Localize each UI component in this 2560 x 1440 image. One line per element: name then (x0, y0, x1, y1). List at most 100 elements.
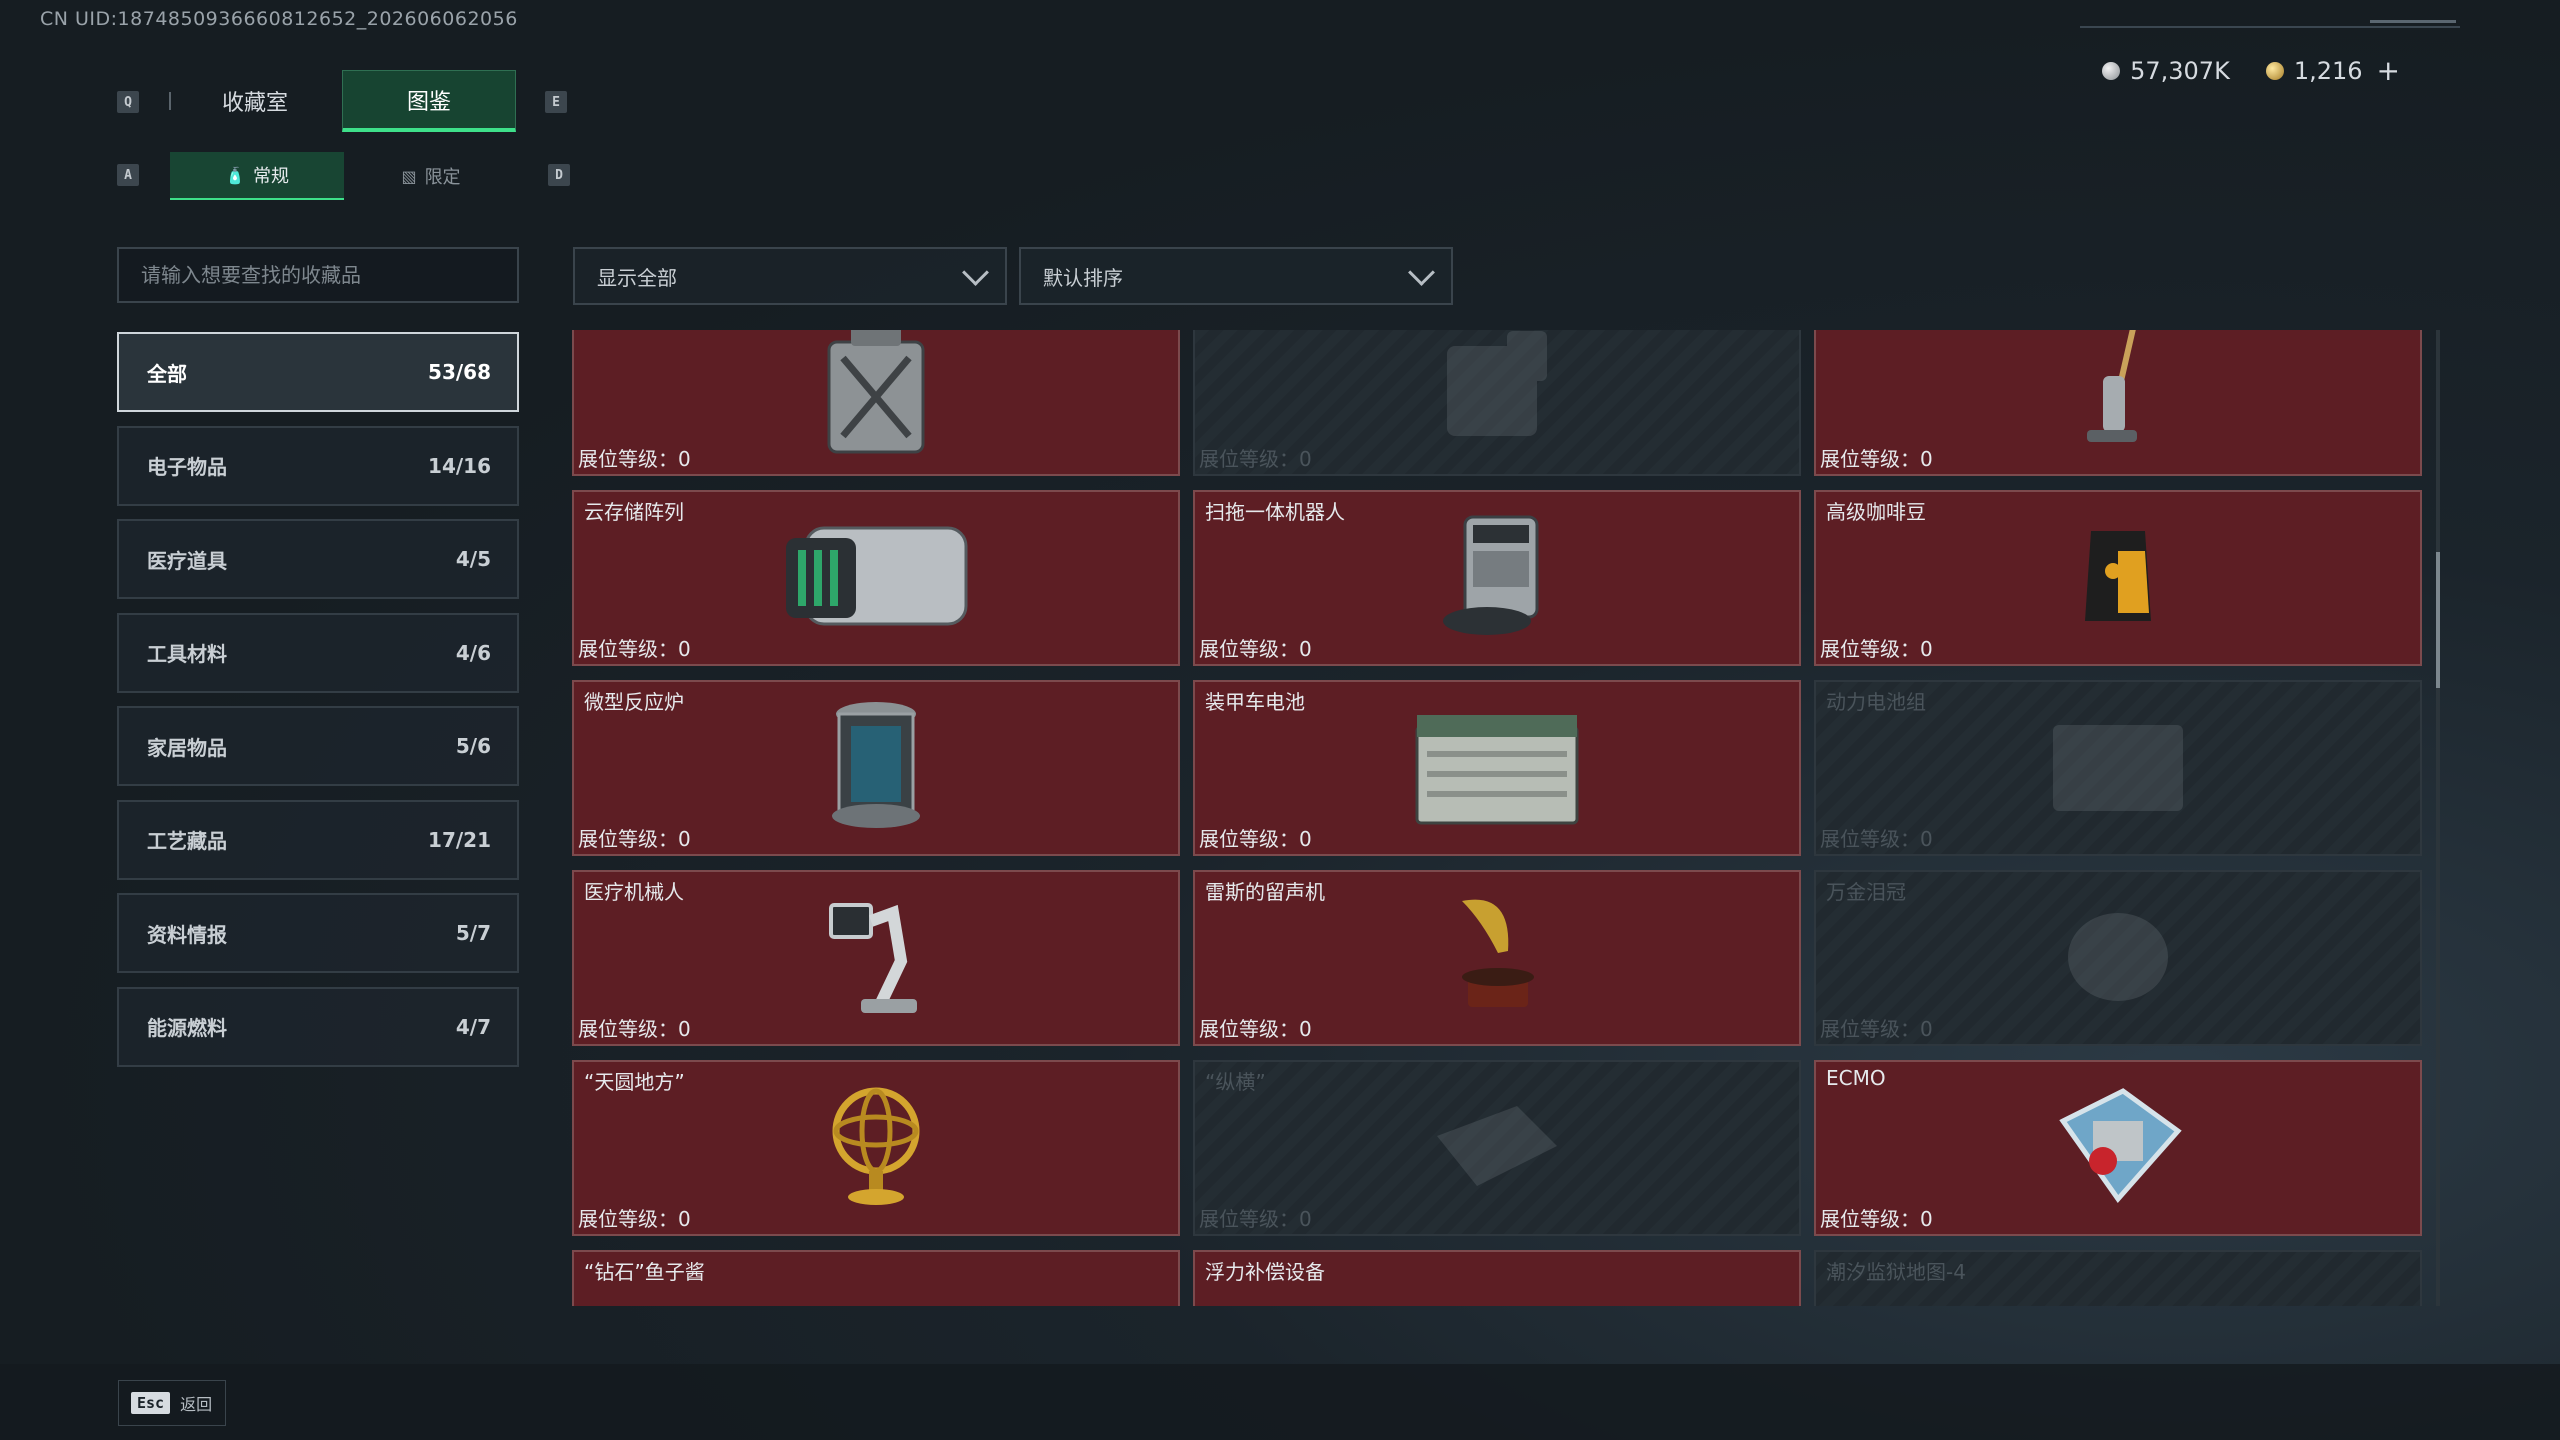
tab-collection-room[interactable]: 收藏室 (168, 70, 342, 132)
item-level: 展位等级：0 (1199, 827, 1312, 851)
category-count: 14/16 (428, 453, 491, 478)
machine-icon (1427, 330, 1567, 450)
gold-amount: 1,216 (2293, 56, 2363, 85)
category-name: 电子物品 (147, 455, 227, 479)
item-level: 展位等级：0 (1199, 1017, 1312, 1041)
item-level: 展位等级：0 (578, 1017, 691, 1041)
item-level: 展位等级：0 (1820, 827, 1933, 851)
item-card-armillary[interactable]: “天圆地方” 展位等级：0 (572, 1060, 1180, 1236)
item-name: 医疗机械人 (584, 880, 684, 904)
crown-icon (2058, 901, 2178, 1015)
armillary-icon (821, 1081, 931, 1215)
category-electronics[interactable]: 电子物品 14/16 (117, 425, 519, 506)
item-card-power-battery-pack[interactable]: 动力电池组 展位等级：0 (1814, 680, 2422, 856)
silver-coin-icon (2102, 61, 2121, 80)
category-household[interactable]: 家居物品 5/6 (117, 706, 519, 786)
key-hint-d: D (548, 164, 570, 186)
category-medical[interactable]: 医疗道具 4/5 (117, 519, 519, 599)
sort-dropdown-value: 默认排序 (1043, 265, 1123, 290)
gold-currency: 1,216 + (2265, 54, 2400, 87)
item-card-locked-machine[interactable]: 展位等级：0 (1193, 330, 1801, 476)
coffee-bag-icon (2073, 521, 2163, 635)
item-name: “钻石”鱼子酱 (584, 1260, 705, 1284)
search-input[interactable] (139, 262, 517, 288)
sub-tabs: 🧴 常规 ▧ 限定 (170, 152, 518, 200)
top-decoration-line (2080, 26, 2460, 28)
subtab-limited[interactable]: ▧ 限定 (344, 152, 518, 200)
category-tools[interactable]: 工具材料 4/6 (117, 612, 519, 693)
map-icon (2028, 1305, 2208, 1306)
item-name: 动力电池组 (1826, 690, 1926, 714)
key-hint-a: A (117, 164, 139, 186)
silver-currency: 57,307K (2102, 57, 2230, 85)
category-intel[interactable]: 资料情报 5/7 (117, 893, 519, 973)
item-level: 展位等级：0 (1199, 637, 1312, 661)
subtab-limited-label: 限定 (424, 167, 461, 188)
subtab-regular[interactable]: 🧴 常规 (170, 152, 344, 200)
item-card-caviar[interactable]: “钻石”鱼子酱 (572, 1250, 1180, 1306)
item-name: “纵横” (1205, 1070, 1266, 1094)
item-level: 展位等级：0 (1199, 1207, 1312, 1231)
chessboard-icon (1427, 1096, 1567, 1200)
battery-pack-icon (2043, 711, 2193, 825)
subtab-regular-label: 常规 (252, 166, 289, 187)
robot-vacuum-icon (1437, 511, 1557, 645)
gold-coin-icon (2265, 61, 2284, 80)
uid-label: CN UID:1874850936660812652_202606062056 (40, 8, 518, 30)
currency-bar: 57,307K 1,216 + (2102, 54, 2400, 87)
category-energy[interactable]: 能源燃料 4/7 (117, 986, 519, 1067)
item-name: 扫拖一体机器人 (1205, 500, 1345, 524)
item-card-coffee-beans[interactable]: 高级咖啡豆 展位等级：0 (1814, 490, 2422, 666)
item-card-robot-vacuum[interactable]: 扫拖一体机器人 展位等级：0 (1193, 490, 1801, 666)
item-card-bcd[interactable]: 浮力补偿设备 (1193, 1250, 1801, 1306)
item-card-ecmo[interactable]: ECMO 展位等级：0 (1814, 1060, 2422, 1236)
category-count: 5/7 (455, 921, 491, 945)
item-level: 展位等级：0 (1820, 1017, 1933, 1041)
item-name: 浮力补偿设备 (1205, 1260, 1325, 1284)
storage-array-icon (776, 516, 976, 640)
add-currency-button[interactable]: + (2377, 54, 2400, 87)
item-card-armored-battery[interactable]: 装甲车电池 展位等级：0 (1193, 680, 1801, 856)
item-level: 展位等级：0 (578, 447, 691, 471)
category-crafts[interactable]: 工艺藏品 17/21 (117, 799, 519, 880)
search-box (117, 247, 519, 303)
back-label: 返回 (180, 1395, 213, 1414)
filter-dropdown-value: 显示全部 (597, 265, 677, 290)
item-card-chessboard[interactable]: “纵横” 展位等级：0 (1193, 1060, 1801, 1236)
item-name: 雷斯的留声机 (1205, 880, 1325, 904)
main-tabs: 收藏室 图鉴 (168, 70, 516, 132)
category-count: 4/7 (455, 1014, 491, 1039)
item-card-micro-reactor[interactable]: 微型反应炉 展位等级：0 (572, 680, 1180, 856)
back-button[interactable]: Esc 返回 (118, 1380, 226, 1426)
item-card-crown[interactable]: 万金泪冠 展位等级：0 (1814, 870, 2422, 1046)
item-level: 展位等级：0 (578, 637, 691, 661)
item-name: ECMO (1826, 1066, 1886, 1090)
item-card-jerrycan[interactable]: 展位等级：0 (572, 330, 1180, 476)
category-name: 全部 (147, 361, 187, 386)
top-decoration-accent (2370, 20, 2456, 23)
category-name: 工具材料 (147, 642, 227, 666)
grid-scrollbar[interactable] (2436, 330, 2440, 1306)
category-count: 17/21 (428, 827, 491, 852)
item-level: 展位等级：0 (1820, 447, 1933, 471)
item-card-cloud-storage[interactable]: 云存储阵列 展位等级：0 (572, 490, 1180, 666)
item-name: 装甲车电池 (1205, 690, 1305, 714)
image-icon: ▧ (401, 166, 417, 186)
category-count: 5/6 (455, 734, 491, 758)
item-card-medical-robot[interactable]: 医疗机械人 展位等级：0 (572, 870, 1180, 1046)
bottle-icon: 🧴 (225, 165, 245, 185)
item-card-gramophone[interactable]: 雷斯的留声机 展位等级：0 (1193, 870, 1801, 1046)
item-card-tide-prison-map[interactable]: 潮汐监狱地图-4 (1814, 1250, 2422, 1306)
item-card-vacuum[interactable]: 展位等级：0 (1814, 330, 2422, 476)
bottom-bar (0, 1364, 2560, 1440)
tab-catalog[interactable]: 图鉴 (342, 70, 516, 132)
gramophone-icon (1442, 891, 1552, 1025)
filter-dropdown[interactable]: 显示全部 (573, 247, 1007, 305)
scrollbar-thumb[interactable] (2436, 552, 2440, 688)
category-all[interactable]: 全部 53/68 (117, 332, 519, 412)
bcd-icon (1452, 1305, 1542, 1306)
sort-dropdown[interactable]: 默认排序 (1019, 247, 1453, 305)
item-name: 微型反应炉 (584, 690, 684, 714)
item-name: 高级咖啡豆 (1826, 500, 1926, 524)
category-name: 资料情报 (147, 922, 227, 947)
